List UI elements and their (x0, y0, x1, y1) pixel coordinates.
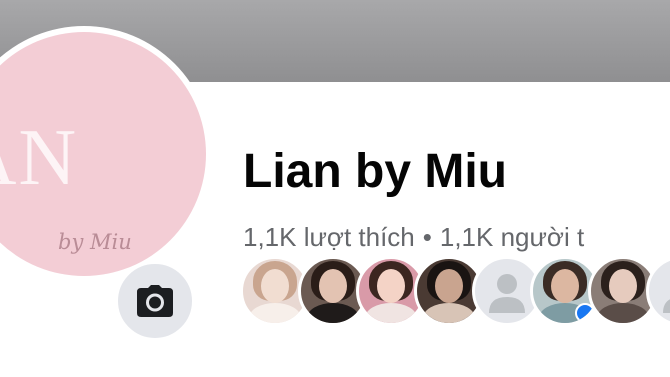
page-header: IAN by Miu Lian by Miu 1,1K lượt thích•1… (0, 0, 670, 377)
avatar-logo-subtext: by Miu (58, 230, 132, 254)
likes-count[interactable]: 1,1K lượt thích (243, 222, 415, 252)
stats-separator: • (422, 222, 432, 252)
page-title: Lian by Miu (243, 145, 507, 198)
default-avatar-icon (663, 299, 670, 313)
followers-count[interactable]: 1,1K người t (440, 222, 584, 252)
friend-avatar[interactable] (646, 256, 670, 326)
avatar-logo-text: IAN (0, 114, 79, 202)
update-profile-picture-button[interactable] (114, 260, 196, 342)
camera-icon (137, 285, 173, 317)
friends-avatar-row (240, 256, 670, 326)
page-stats: 1,1K lượt thích • 1,1K người t (243, 224, 584, 250)
